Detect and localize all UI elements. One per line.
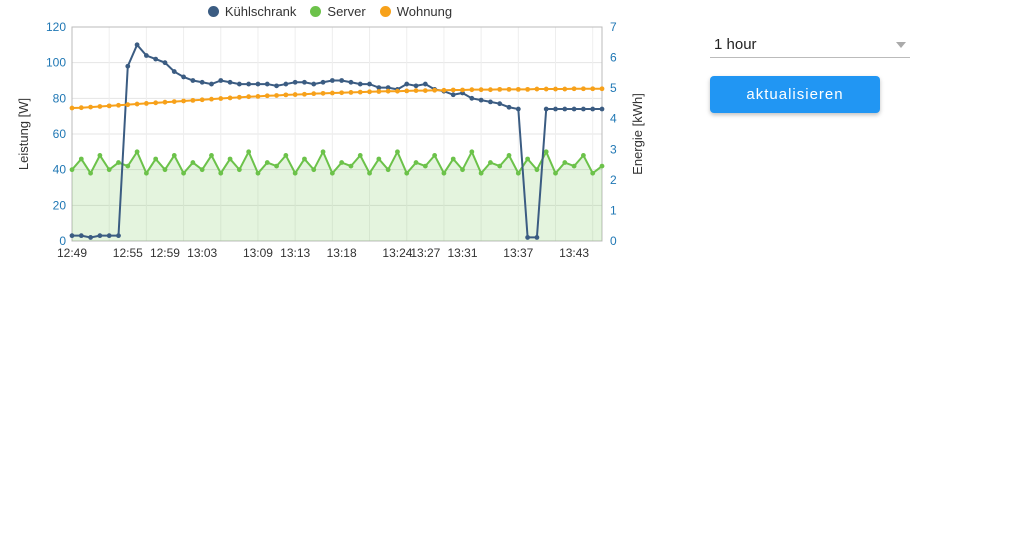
svg-text:4: 4 xyxy=(610,112,617,126)
svg-text:13:43: 13:43 xyxy=(559,246,589,260)
svg-text:20: 20 xyxy=(53,198,67,212)
svg-text:Energie [kWh]: Energie [kWh] xyxy=(630,93,645,175)
legend-item[interactable]: Wohnung xyxy=(380,4,452,19)
svg-text:0: 0 xyxy=(610,234,617,248)
legend-label: Server xyxy=(327,4,365,19)
svg-text:40: 40 xyxy=(53,163,67,177)
svg-text:12:49: 12:49 xyxy=(57,246,87,260)
svg-text:13:27: 13:27 xyxy=(410,246,440,260)
svg-text:2: 2 xyxy=(610,173,617,187)
svg-text:5: 5 xyxy=(610,81,617,95)
time-range-select[interactable]: 1 hour xyxy=(710,30,910,58)
legend-swatch xyxy=(208,6,219,17)
svg-text:60: 60 xyxy=(53,127,67,141)
legend-label: Kühlschrank xyxy=(225,4,297,19)
refresh-button-label: aktualisieren xyxy=(746,86,843,103)
svg-text:13:37: 13:37 xyxy=(503,246,533,260)
svg-text:13:03: 13:03 xyxy=(187,246,217,260)
legend-swatch xyxy=(380,6,391,17)
svg-text:120: 120 xyxy=(46,21,66,34)
chevron-down-icon xyxy=(896,42,906,48)
svg-text:80: 80 xyxy=(53,91,67,105)
svg-text:7: 7 xyxy=(610,21,617,34)
controls-panel: 1 hour aktualisieren xyxy=(710,30,910,113)
legend-item[interactable]: Server xyxy=(310,4,365,19)
svg-text:100: 100 xyxy=(46,56,66,70)
svg-text:6: 6 xyxy=(610,51,617,65)
line-chart: 0204060801001200123456712:4912:5512:5913… xyxy=(10,21,650,281)
svg-text:13:13: 13:13 xyxy=(280,246,310,260)
svg-text:Leistung [W]: Leistung [W] xyxy=(16,98,31,170)
svg-text:13:31: 13:31 xyxy=(448,246,478,260)
legend-item[interactable]: Kühlschrank xyxy=(208,4,297,19)
svg-text:13:24: 13:24 xyxy=(382,246,412,260)
refresh-button[interactable]: aktualisieren xyxy=(710,76,880,113)
legend-label: Wohnung xyxy=(397,4,452,19)
app-root: Kühlschrank Server Wohnung 0 20 40 60 80 100 1… xyxy=(0,0,1011,284)
svg-text:13:09: 13:09 xyxy=(243,246,273,260)
svg-text:3: 3 xyxy=(610,142,617,156)
svg-text:1: 1 xyxy=(610,203,617,217)
svg-text:12:59: 12:59 xyxy=(150,246,180,260)
time-range-value: 1 hour xyxy=(714,36,757,53)
svg-text:12:55: 12:55 xyxy=(113,246,143,260)
chart-panel: Kühlschrank Server Wohnung 0 20 40 60 80 100 1… xyxy=(10,4,650,284)
chart-legend: Kühlschrank Server Wohnung xyxy=(10,4,650,19)
svg-text:13:18: 13:18 xyxy=(327,246,357,260)
legend-swatch xyxy=(310,6,321,17)
